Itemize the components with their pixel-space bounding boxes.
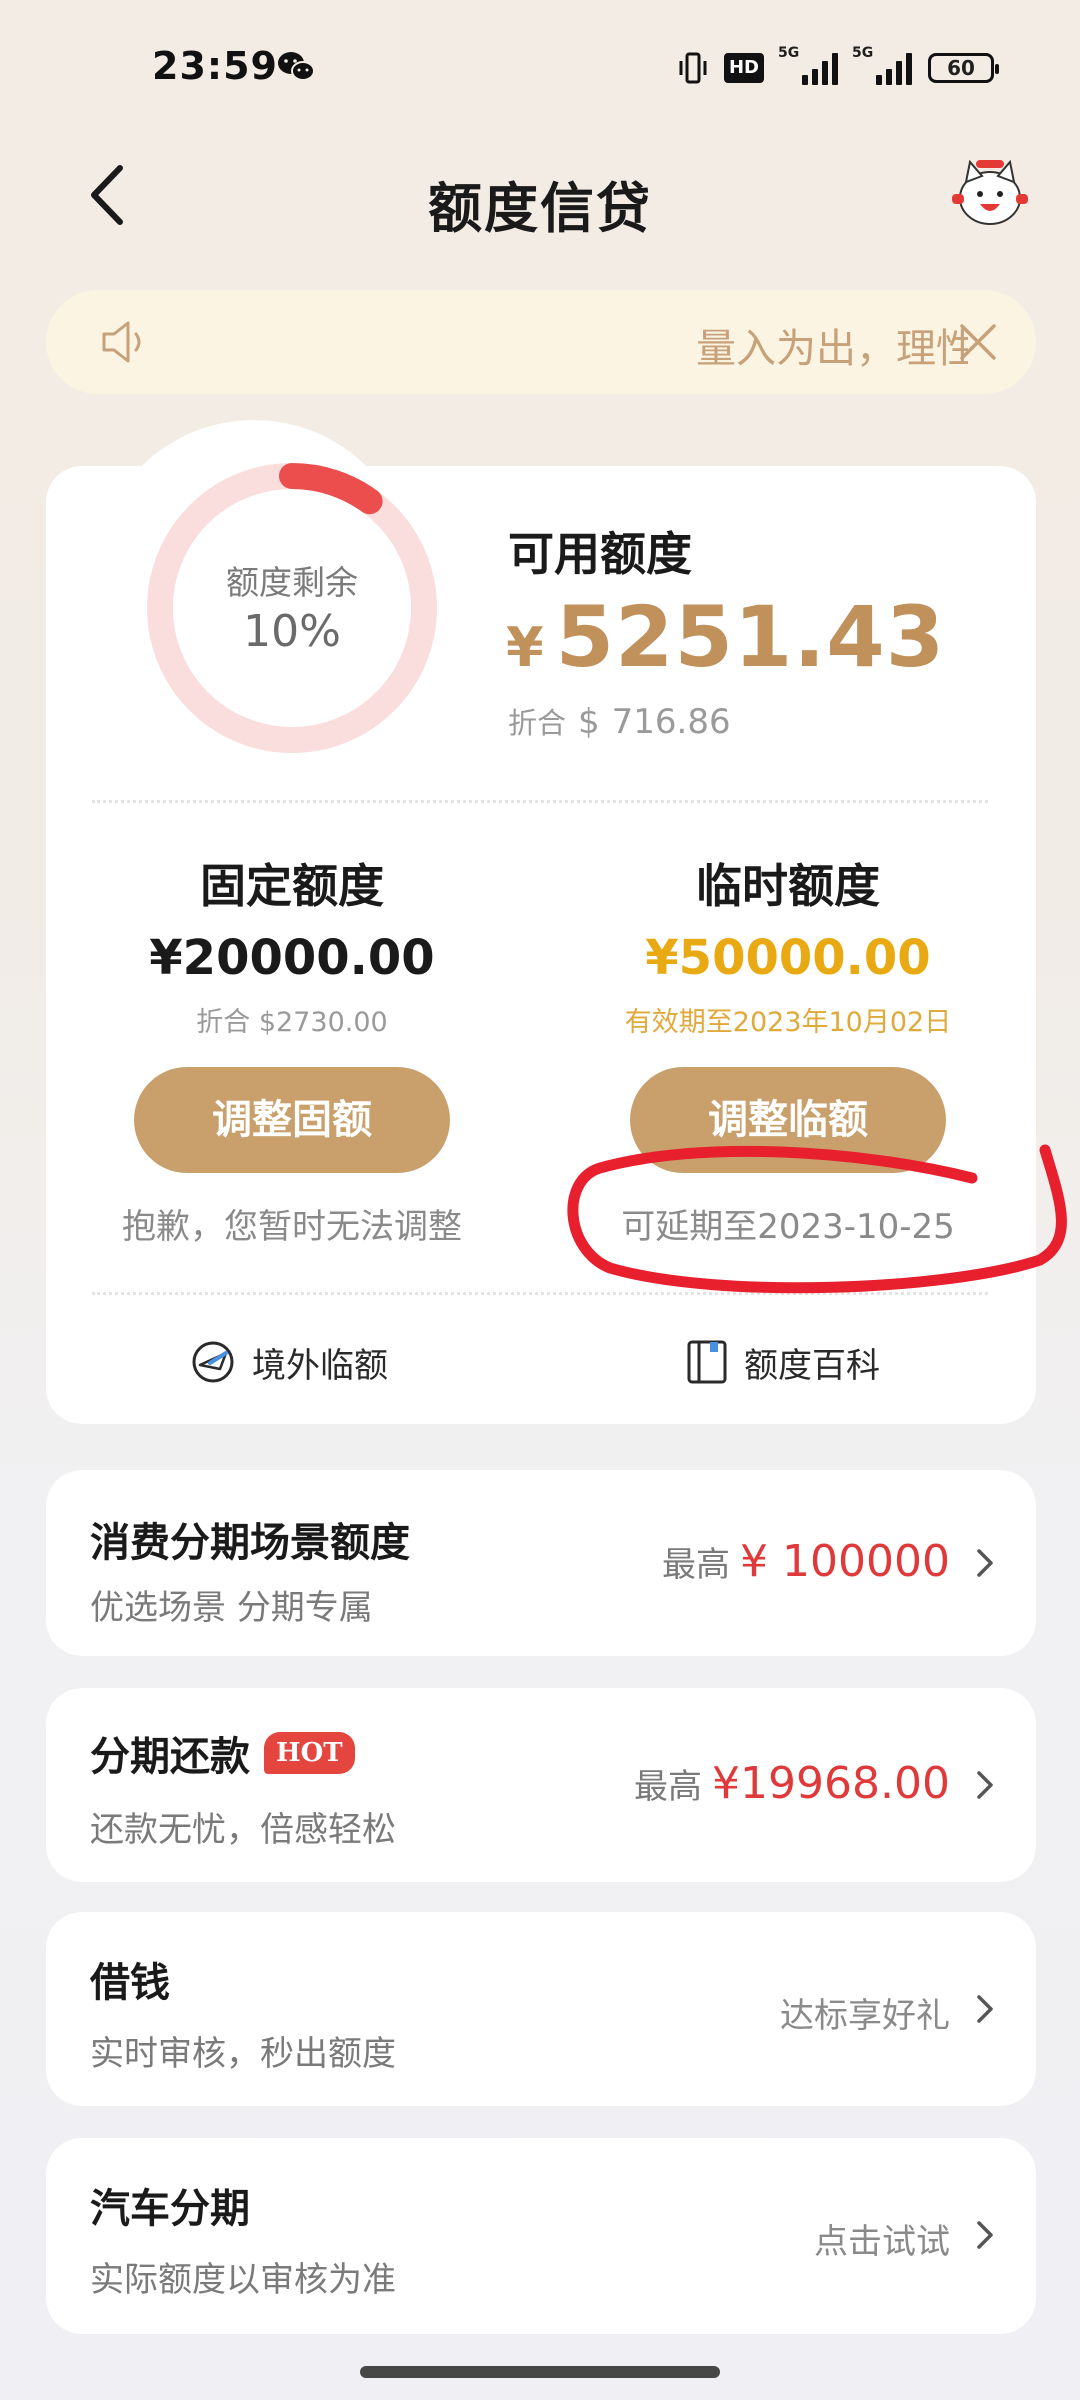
available-amount: ¥ 5251.43 [506, 588, 945, 686]
max-amount: ¥19968.00 [712, 1758, 950, 1809]
list-item-title: 消费分期场景额度 [90, 1520, 410, 1566]
notice-bar[interactable]: 量入为出，理性消费 [46, 290, 1036, 394]
ring-label: 额度剩余 [226, 563, 358, 602]
signal-icon: 5G [852, 45, 912, 85]
list-item-value: 最高 ¥ 100000 [662, 1536, 950, 1587]
network-label: 5G [852, 45, 874, 61]
temp-limit-section: 临时额度 ¥50000.00 有效期至2023年10月02日 调整临额 可延期至… [578, 850, 998, 1248]
available-title: 可用额度 [508, 527, 692, 581]
overseas-limit-link[interactable]: 境外临额 [190, 1334, 388, 1390]
temp-limit-extension-note: 可延期至2023-10-25 [621, 1207, 955, 1247]
temp-limit-validity: 有效期至2023年10月02日 [624, 1007, 952, 1038]
available-converted: 折合 $ 716.86 [508, 700, 731, 742]
status-icons: HD 5G 5G 60 [678, 45, 999, 88]
chevron-right-icon [977, 1549, 993, 1577]
converted-amount: 716.86 [611, 702, 731, 742]
mascot-icon[interactable] [950, 154, 1030, 234]
list-item-installment-scene[interactable]: 消费分期场景额度 优选场景 分期专属 最高 ¥ 100000 [46, 1470, 1036, 1656]
promo-text: 点击试试 [814, 2222, 950, 2262]
fixed-limit-note: 抱歉，您暂时无法调整 [122, 1207, 462, 1247]
close-icon[interactable] [952, 316, 1004, 368]
adjust-temp-button[interactable]: 调整临额 [630, 1067, 946, 1173]
converted-currency: $ [578, 702, 600, 742]
adjust-fixed-button[interactable]: 调整固额 [134, 1067, 450, 1173]
list-item-subtitle: 实时审核，秒出额度 [90, 2034, 396, 2074]
list-item-car-installment[interactable]: 汽车分期 实际额度以审核为准 点击试试 [46, 2138, 1036, 2334]
temp-limit-amount: ¥50000.00 [645, 930, 931, 986]
wechat-icon [278, 52, 315, 81]
available-amount-value: 5251.43 [555, 588, 946, 686]
max-amount: ¥ 100000 [740, 1536, 950, 1587]
page-title: 额度信贷 [428, 177, 652, 240]
quota-wiki-label: 额度百科 [744, 1345, 880, 1386]
list-item-subtitle: 实际额度以审核为准 [90, 2260, 396, 2300]
list-item-title: 汽车分期 [90, 2186, 250, 2232]
home-indicator[interactable] [360, 2366, 720, 2378]
list-item-subtitle: 还款无忧，倍感轻松 [90, 1810, 396, 1850]
list-item-title: 分期还款 HOT [90, 1724, 355, 1782]
max-prefix: 最高 [634, 1767, 703, 1807]
battery-level: 60 [947, 56, 975, 80]
temp-limit-title: 临时额度 [696, 859, 880, 913]
signal-icon: 5G [778, 45, 838, 85]
hd-icon: HD [723, 53, 764, 83]
speaker-icon [102, 321, 141, 363]
list-item-title: 借钱 [90, 1960, 170, 2006]
vibrate-icon [679, 52, 707, 84]
list-item-value: 达标享好礼 [780, 1988, 950, 2037]
divider [92, 1292, 988, 1295]
quota-wiki-link[interactable]: 额度百科 [686, 1334, 880, 1390]
divider [92, 800, 988, 803]
fixed-limit-amount: ¥20000.00 [149, 930, 435, 986]
network-label: 5G [778, 45, 800, 61]
list-item-title-text: 分期还款 [90, 1734, 250, 1780]
ring-value: 10% [243, 606, 341, 657]
hot-badge: HOT [264, 1732, 355, 1774]
converted-prefix: 折合 [508, 706, 567, 740]
fixed-limit-title: 固定额度 [200, 859, 384, 913]
chevron-right-icon [977, 1995, 993, 2023]
fixed-limit-section: 固定额度 ¥20000.00 折合 $2730.00 调整固额 抱歉，您暂时无法… [82, 850, 502, 1248]
plane-globe-icon [192, 1341, 234, 1383]
list-item-subtitle: 优选场景 分期专属 [90, 1588, 373, 1628]
max-prefix: 最高 [662, 1545, 731, 1585]
status-bar: 23:59 HD 5G 5G 60 [0, 0, 1080, 140]
chevron-right-icon [977, 1771, 993, 1799]
currency-symbol: ¥ [506, 616, 544, 679]
promo-text: 达标享好礼 [780, 1996, 950, 2036]
list-item-installment-repayment[interactable]: 分期还款 HOT 还款无忧，倍感轻松 最高 ¥19968.00 [46, 1688, 1036, 1882]
overseas-limit-label: 境外临额 [252, 1345, 388, 1386]
chevron-right-icon [977, 2221, 993, 2249]
notice-text: 量入为出，理性消费 [696, 326, 968, 372]
list-item-borrow[interactable]: 借钱 实时审核，秒出额度 达标享好礼 [46, 1912, 1036, 2106]
list-item-value: 最高 ¥19968.00 [634, 1758, 950, 1809]
fixed-limit-converted: 折合 $2730.00 [196, 1007, 388, 1038]
status-time: 23:59 [152, 44, 278, 88]
header: 额度信贷 [0, 140, 1080, 250]
list-item-value: 点击试试 [814, 2214, 950, 2263]
book-icon [687, 1340, 727, 1384]
battery-icon: 60 [928, 53, 999, 83]
